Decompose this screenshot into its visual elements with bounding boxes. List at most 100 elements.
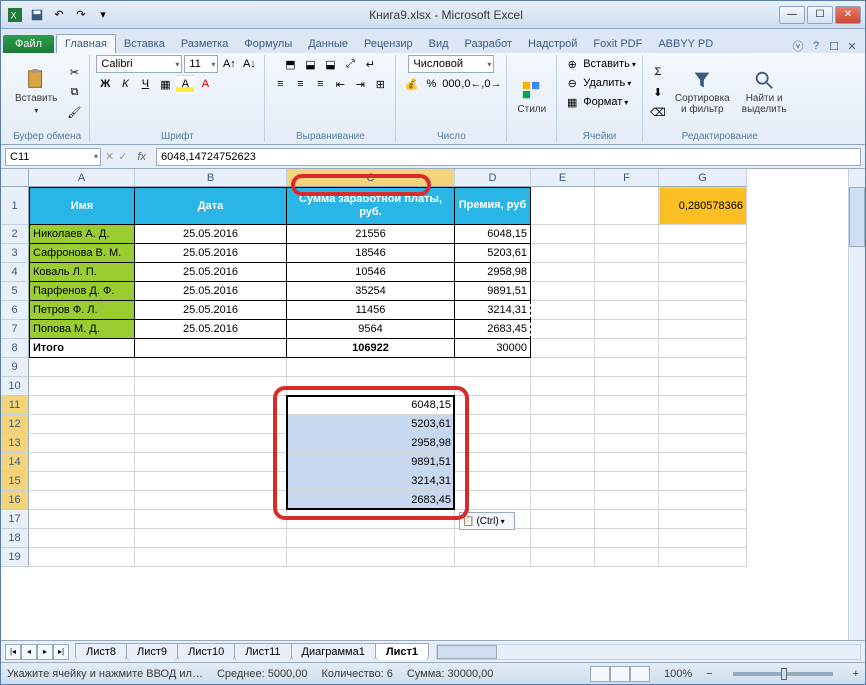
cell[interactable]: Коваль Л. П.	[29, 263, 135, 282]
row-header-2[interactable]: 2	[1, 225, 29, 244]
cell[interactable]	[29, 453, 135, 472]
cell[interactable]	[29, 510, 135, 529]
cell[interactable]	[531, 377, 595, 396]
cell[interactable]: Петров Ф. Л.	[29, 301, 135, 320]
close-button[interactable]: ✕	[835, 6, 861, 24]
bold-icon[interactable]: Ж	[96, 75, 114, 93]
horizontal-scrollbar[interactable]	[436, 644, 861, 660]
cell[interactable]	[135, 472, 287, 491]
cell[interactable]	[135, 339, 287, 358]
cell[interactable]	[531, 396, 595, 415]
cell[interactable]	[659, 529, 747, 548]
scrollbar-thumb[interactable]	[849, 187, 865, 247]
cell[interactable]	[29, 529, 135, 548]
cell[interactable]	[29, 491, 135, 510]
window-restore-icon[interactable]: ☐	[827, 39, 841, 53]
cell[interactable]	[659, 320, 747, 339]
ribbon-tab-formulas[interactable]: Формулы	[236, 35, 300, 53]
cell[interactable]	[29, 396, 135, 415]
cell[interactable]	[287, 510, 455, 529]
percent-icon[interactable]: %	[422, 75, 440, 93]
cell[interactable]	[595, 225, 659, 244]
wrap-text-icon[interactable]: ↵	[361, 55, 379, 73]
row-header-7[interactable]: 7	[1, 320, 29, 339]
cell[interactable]: Николаев А. Д.	[29, 225, 135, 244]
cell[interactable]	[659, 301, 747, 320]
row-header-3[interactable]: 3	[1, 244, 29, 263]
qat-dropdown-icon[interactable]: ▾	[93, 5, 113, 25]
align-left-icon[interactable]: ≡	[271, 75, 289, 93]
sort-filter-button[interactable]: Сортировка и фильтр	[671, 67, 734, 117]
cell[interactable]	[595, 491, 659, 510]
cell[interactable]	[659, 453, 747, 472]
cut-icon[interactable]: ✂	[65, 63, 83, 81]
cell[interactable]: 2683,45	[455, 320, 531, 339]
cell[interactable]	[595, 453, 659, 472]
cancel-formula-icon[interactable]: ✕	[105, 150, 114, 163]
cell[interactable]	[595, 301, 659, 320]
cell[interactable]: Попова М. Д.	[29, 320, 135, 339]
cell[interactable]	[531, 472, 595, 491]
paste-options-button[interactable]: 📋 (Ctrl) ▾	[459, 512, 515, 530]
ribbon-tab-developer[interactable]: Разработ	[457, 35, 520, 53]
sheet-nav-first-icon[interactable]: |◂	[5, 644, 21, 660]
sheet-tab[interactable]: Лист10	[177, 643, 235, 660]
number-format-combo[interactable]: Числовой	[408, 55, 494, 73]
cell[interactable]	[135, 453, 287, 472]
minimize-button[interactable]: —	[779, 6, 805, 24]
cell[interactable]	[531, 491, 595, 510]
increase-decimal-icon[interactable]: ,0←	[462, 75, 480, 93]
cell[interactable]	[135, 434, 287, 453]
cell[interactable]	[659, 548, 747, 567]
row-header-16[interactable]: 16	[1, 491, 29, 510]
cell[interactable]	[659, 244, 747, 263]
page-break-view-icon[interactable]	[630, 666, 650, 682]
cell[interactable]	[595, 529, 659, 548]
cell[interactable]: 5203,61	[455, 244, 531, 263]
cell[interactable]	[135, 396, 287, 415]
column-header-C[interactable]: C	[287, 169, 455, 187]
row-header-13[interactable]: 13	[1, 434, 29, 453]
autosum-icon[interactable]: Σ	[649, 63, 667, 81]
sheet-nav-next-icon[interactable]: ▸	[37, 644, 53, 660]
row-header-12[interactable]: 12	[1, 415, 29, 434]
cell[interactable]: 2958,98	[287, 434, 455, 453]
cell[interactable]	[455, 377, 531, 396]
cell[interactable]	[531, 244, 595, 263]
cell[interactable]	[659, 510, 747, 529]
cell[interactable]	[531, 529, 595, 548]
cell[interactable]: 11456	[287, 301, 455, 320]
column-header-G[interactable]: G	[659, 169, 747, 187]
page-layout-view-icon[interactable]	[610, 666, 630, 682]
column-header-D[interactable]: D	[455, 169, 531, 187]
row-header-6[interactable]: 6	[1, 301, 29, 320]
copy-icon[interactable]: ⧉	[65, 83, 83, 101]
comma-icon[interactable]: 000	[442, 75, 460, 93]
row-header-1[interactable]: 1	[1, 187, 29, 225]
cell[interactable]	[595, 339, 659, 358]
ribbon-tab-addins[interactable]: Надстрой	[520, 35, 585, 53]
cell[interactable]	[531, 434, 595, 453]
delete-cells-button[interactable]: ⊖Удалить▾	[563, 74, 631, 92]
sheet-nav-last-icon[interactable]: ▸|	[53, 644, 69, 660]
cell[interactable]: 25.05.2016	[135, 320, 287, 339]
cell[interactable]	[455, 434, 531, 453]
cell[interactable]: Дата	[135, 187, 287, 225]
file-tab[interactable]: Файл	[3, 35, 54, 53]
find-select-button[interactable]: Найти и выделить	[738, 67, 791, 117]
cell[interactable]	[455, 415, 531, 434]
worksheet-grid[interactable]: ABCDEFG 12345678910111213141516171819 Им…	[1, 169, 865, 640]
zoom-out-icon[interactable]: −	[706, 668, 712, 680]
maximize-button[interactable]: ☐	[807, 6, 833, 24]
cell[interactable]: 106922	[287, 339, 455, 358]
underline-icon[interactable]: Ч	[136, 75, 154, 93]
column-header-F[interactable]: F	[595, 169, 659, 187]
sheet-tab[interactable]: Лист1	[375, 643, 429, 660]
cell[interactable]: 30000	[455, 339, 531, 358]
column-header-E[interactable]: E	[531, 169, 595, 187]
font-size-combo[interactable]: 11	[184, 55, 218, 73]
cell[interactable]: Сумма заработной платы, руб.	[287, 187, 455, 225]
cell[interactable]	[595, 415, 659, 434]
cell[interactable]	[135, 548, 287, 567]
cell[interactable]	[455, 491, 531, 510]
